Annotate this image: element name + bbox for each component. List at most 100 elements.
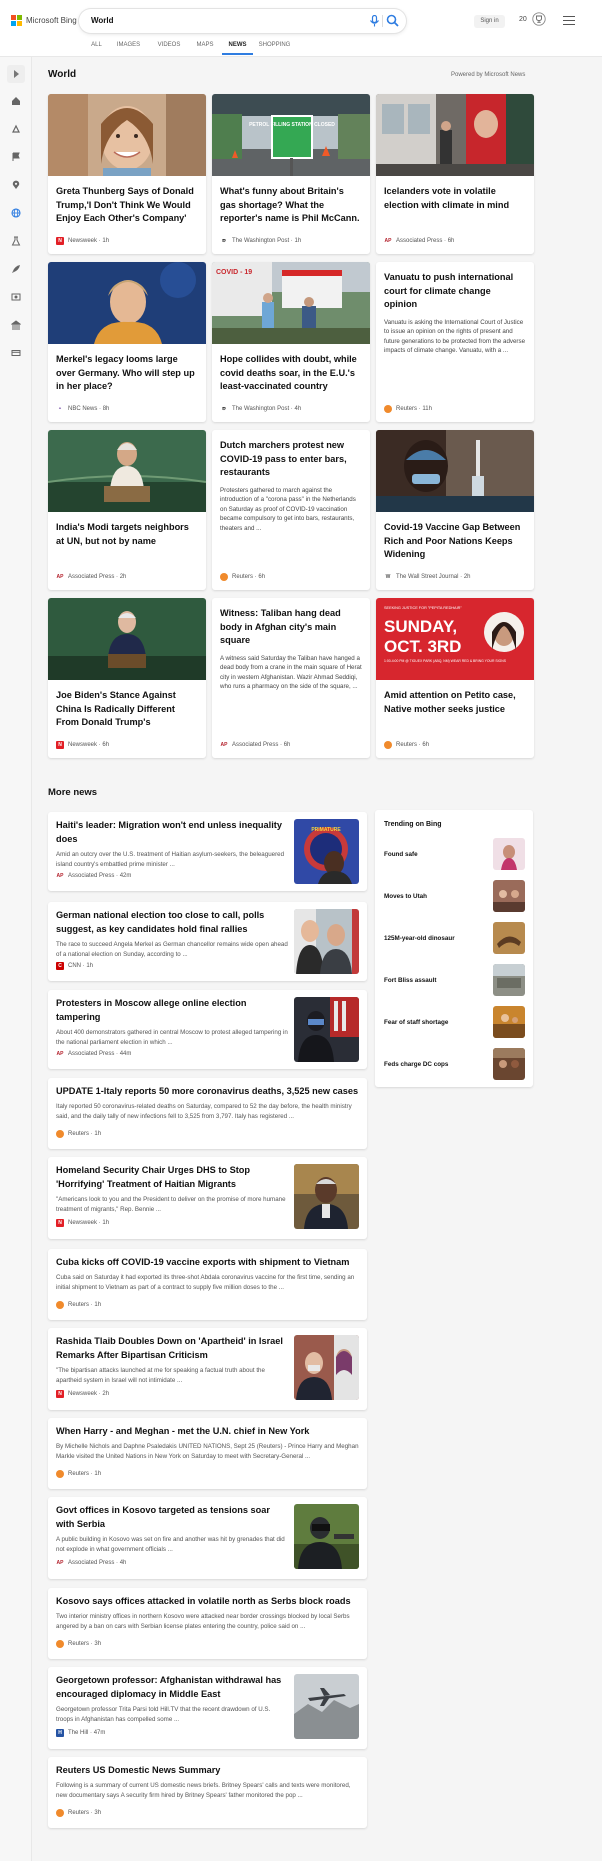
news-list-item[interactable]: Rashida Tlaib Doubles Down on 'Apartheid… (48, 1328, 367, 1410)
trending-item[interactable]: Feds charge DC cops (384, 1048, 526, 1082)
news-card[interactable]: Greta Thunberg Says of Donald Trump,'I D… (48, 94, 206, 254)
news-item-headline[interactable]: Govt offices in Kosovo targeted as tensi… (56, 1504, 288, 1531)
trending-item[interactable]: 125M-year-old dinosaur (384, 922, 526, 956)
search-input[interactable]: World (91, 16, 114, 25)
news-item-source[interactable]: Reuters · 3h (56, 1640, 101, 1648)
news-list-item[interactable]: UPDATE 1-Italy reports 50 more coronavir… (48, 1078, 367, 1149)
news-item-headline[interactable]: UPDATE 1-Italy reports 50 more coronavir… (56, 1085, 359, 1099)
news-item-source[interactable]: AP Associated Press · 44m (56, 1050, 131, 1058)
world-globe-icon[interactable] (11, 208, 21, 218)
news-card-headline[interactable]: Hope collides with doubt, while covid de… (212, 353, 370, 394)
news-card[interactable]: Vanuatu to push international court for … (376, 262, 534, 422)
news-list-item[interactable]: German national election too close to ca… (48, 902, 367, 981)
news-item-source[interactable]: Reuters · 1h (56, 1470, 101, 1478)
trending-item-label[interactable]: Fear of staff shortage (384, 1019, 448, 1026)
tab-videos[interactable]: VIDEOS (150, 40, 188, 55)
news-item-source[interactable]: H The Hill · 47m (56, 1729, 105, 1737)
trending-item[interactable]: Fort Bliss assault (384, 964, 526, 998)
tab-maps[interactable]: MAPS (188, 40, 222, 55)
news-card-source[interactable]: 𝔴 The Washington Post · 4h (220, 405, 301, 413)
trending-item[interactable]: Fear of staff shortage (384, 1006, 526, 1040)
news-card-source[interactable]: ◓ NBC News · 8h (56, 405, 109, 413)
news-item-source[interactable]: Reuters · 1h (56, 1301, 101, 1309)
news-card-headline[interactable]: Greta Thunberg Says of Donald Trump,'I D… (48, 185, 206, 226)
news-item-headline[interactable]: Kosovo says offices attacked in volatile… (56, 1595, 359, 1609)
search-box[interactable]: World (79, 9, 406, 33)
flag-icon[interactable] (11, 152, 21, 162)
news-card-headline[interactable]: Joe Biden's Stance Against China Is Radi… (48, 689, 206, 730)
news-item-headline[interactable]: Georgetown professor: Afghanistan withdr… (56, 1674, 288, 1701)
news-card-source[interactable]: 𝔴 The Washington Post · 1h (220, 237, 301, 245)
tab-images[interactable]: IMAGES (107, 40, 150, 55)
news-card[interactable]: Merkel's legacy looms large over Germany… (48, 262, 206, 422)
news-card-source[interactable]: Reuters · 6h (220, 573, 265, 581)
news-card-source[interactable]: AP Associated Press · 2h (56, 573, 126, 581)
news-card[interactable]: Icelanders vote in volatile election wit… (376, 94, 534, 254)
news-list-item[interactable]: Govt offices in Kosovo targeted as tensi… (48, 1497, 367, 1579)
news-card-source[interactable]: N Newsweek · 6h (56, 741, 109, 749)
trending-item-label[interactable]: Fort Bliss assault (384, 977, 437, 984)
news-list-item[interactable]: Protesters in Moscow allege online elect… (48, 990, 367, 1069)
rewards-points[interactable]: 20 (519, 16, 527, 23)
news-item-source[interactable]: N Newsweek · 1h (56, 1219, 109, 1227)
news-card-headline[interactable]: Covid-19 Vaccine Gap Between Rich and Po… (376, 521, 534, 562)
microphone-icon[interactable] (369, 15, 380, 27)
bing-logo[interactable]: Microsoft Bing (11, 15, 77, 26)
home-icon[interactable] (11, 96, 21, 106)
trending-item-label[interactable]: 125M-year-old dinosaur (384, 935, 455, 942)
trending-item-label[interactable]: Found safe (384, 851, 418, 858)
news-card-headline[interactable]: Amid attention on Petito case, Native mo… (376, 689, 534, 716)
news-card-headline[interactable]: Dutch marchers protest new COVID-19 pass… (212, 439, 370, 480)
news-card-source[interactable]: W The Wall Street Journal · 2h (384, 573, 471, 581)
tab-news[interactable]: NEWS (222, 40, 253, 55)
news-list-item[interactable]: Cuba kicks off COVID-19 vaccine exports … (48, 1249, 367, 1320)
sign-in-button[interactable]: Sign in (474, 15, 505, 28)
discover-icon[interactable] (11, 124, 21, 134)
news-item-headline[interactable]: Rashida Tlaib Doubles Down on 'Apartheid… (56, 1335, 288, 1362)
news-card[interactable]: PETROL FILLING STATION CLOSED What's fun… (212, 94, 370, 254)
money-icon[interactable] (11, 348, 21, 358)
news-card-source[interactable]: AP Associated Press · 6h (384, 237, 454, 245)
news-list-item[interactable]: Georgetown professor: Afghanistan withdr… (48, 1667, 367, 1749)
news-card[interactable]: SEEKING JUSTICE FOR "PEPITA REDHAIR" SUN… (376, 598, 534, 758)
news-card[interactable]: Joe Biden's Stance Against China Is Radi… (48, 598, 206, 758)
rocket-icon[interactable] (11, 264, 21, 274)
news-item-source[interactable]: AP Associated Press · 42m (56, 872, 131, 880)
tab-all[interactable]: ALL (86, 40, 107, 55)
trending-item-label[interactable]: Feds charge DC cops (384, 1061, 448, 1068)
location-icon[interactable] (11, 180, 21, 190)
news-card[interactable]: India's Modi targets neighbors at UN, bu… (48, 430, 206, 590)
tab-shopping[interactable]: SHOPPING (253, 40, 296, 55)
news-item-headline[interactable]: Haiti's leader: Migration won't end unle… (56, 819, 288, 846)
news-list-item[interactable]: Homeland Security Chair Urges DHS to Sto… (48, 1157, 367, 1239)
trending-item-label[interactable]: Moves to Utah (384, 893, 427, 900)
search-icon[interactable] (386, 14, 399, 27)
entertainment-icon[interactable] (11, 292, 21, 302)
news-card-source[interactable]: Reuters · 6h (384, 741, 429, 749)
news-list-item[interactable]: Haiti's leader: Migration won't end unle… (48, 812, 367, 891)
news-list-item[interactable]: Kosovo says offices attacked in volatile… (48, 1588, 367, 1659)
news-item-source[interactable]: C CNN · 1h (56, 962, 93, 970)
news-card-source[interactable]: Reuters · 11h (384, 405, 432, 413)
news-item-headline[interactable]: Cuba kicks off COVID-19 vaccine exports … (56, 1256, 359, 1270)
news-item-source[interactable]: Reuters · 3h (56, 1809, 101, 1817)
news-card-headline[interactable]: Icelanders vote in volatile election wit… (376, 185, 534, 212)
news-item-headline[interactable]: Reuters US Domestic News Summary (56, 1764, 359, 1778)
politics-building-icon[interactable] (11, 320, 21, 330)
news-card-headline[interactable]: Merkel's legacy looms large over Germany… (48, 353, 206, 394)
news-item-source[interactable]: AP Associated Press · 4h (56, 1559, 126, 1567)
news-card[interactable]: COVID - 19 Hope collides with doubt, whi… (212, 262, 370, 422)
news-item-source[interactable]: N Newsweek · 2h (56, 1390, 109, 1398)
expand-rail-button[interactable] (7, 65, 25, 83)
news-card[interactable]: Dutch marchers protest new COVID-19 pass… (212, 430, 370, 590)
news-item-headline[interactable]: Homeland Security Chair Urges DHS to Sto… (56, 1164, 288, 1191)
trending-item[interactable]: Found safe (384, 838, 526, 872)
news-card-source[interactable]: AP Associated Press · 6h (220, 741, 290, 749)
news-list-item[interactable]: Reuters US Domestic News Summary Followi… (48, 1757, 367, 1828)
news-item-headline[interactable]: Protesters in Moscow allege online elect… (56, 997, 288, 1024)
rewards-trophy-icon[interactable] (532, 12, 546, 26)
news-card-headline[interactable]: Witness: Taliban hang dead body in Afgha… (212, 607, 370, 648)
news-list-item[interactable]: When Harry - and Meghan - met the U.N. c… (48, 1418, 367, 1489)
science-icon[interactable] (11, 236, 21, 246)
news-card[interactable]: Covid-19 Vaccine Gap Between Rich and Po… (376, 430, 534, 590)
